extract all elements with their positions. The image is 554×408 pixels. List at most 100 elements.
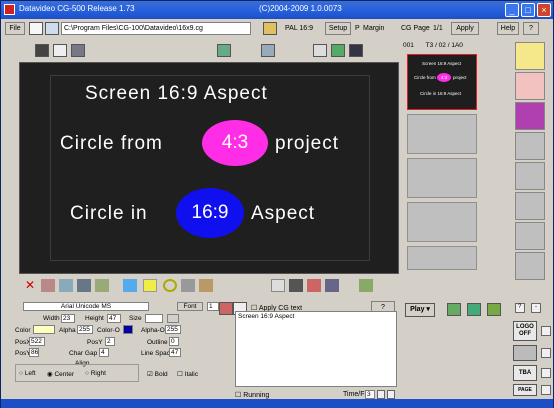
posx-field[interactable]: 522 xyxy=(29,337,45,346)
tools-icon[interactable] xyxy=(313,44,327,57)
maximize-button[interactable]: □ xyxy=(521,3,535,17)
file-button[interactable]: File xyxy=(5,22,25,35)
align-right-radio[interactable]: ○ Right xyxy=(85,370,106,377)
rectangle-tool-icon[interactable] xyxy=(143,279,157,292)
page-thumb-4[interactable] xyxy=(407,202,477,242)
logo-toggle[interactable] xyxy=(541,326,551,336)
help-square-button[interactable]: ? xyxy=(515,303,525,313)
paste-icon[interactable] xyxy=(77,279,91,292)
posy2-field[interactable]: 86 xyxy=(29,348,39,357)
gears-icon[interactable] xyxy=(513,345,537,361)
running-checkbox[interactable]: ☐ Running xyxy=(235,391,269,399)
face-icon[interactable] xyxy=(515,72,545,100)
page-toggle[interactable] xyxy=(541,385,551,395)
empty-slot-2[interactable] xyxy=(515,162,545,190)
file-path-field[interactable]: C:\Program Files\CG-100\Datavideo\16x9.c… xyxy=(61,22,251,35)
line-space-field[interactable]: 47 xyxy=(169,348,181,357)
tree-icon[interactable] xyxy=(331,44,345,57)
setup-button[interactable]: Setup xyxy=(325,22,351,35)
effect-icon[interactable] xyxy=(487,303,501,316)
outline-color-swatch[interactable] xyxy=(123,325,133,334)
save-icon[interactable] xyxy=(29,22,43,35)
play-button[interactable]: Play ▾ xyxy=(405,303,435,317)
bold-checkbox[interactable]: ☑ Bold xyxy=(147,370,168,378)
minus-square-button[interactable]: - xyxy=(531,303,541,313)
image-tool-icon[interactable] xyxy=(123,279,137,292)
crown-icon[interactable] xyxy=(515,42,545,70)
empty-slot-4[interactable] xyxy=(515,222,545,250)
color-swatch[interactable] xyxy=(33,325,55,334)
font-number[interactable]: 1 xyxy=(207,302,219,311)
picture-icon[interactable] xyxy=(217,44,231,57)
width-field[interactable]: 23 xyxy=(61,314,75,323)
apply-button[interactable]: Apply xyxy=(451,22,479,35)
about-button[interactable]: ? xyxy=(523,22,539,35)
close-button[interactable]: × xyxy=(537,3,551,17)
grid-icon[interactable] xyxy=(53,44,67,57)
height-field[interactable]: 47 xyxy=(107,314,121,323)
text-style-icon[interactable] xyxy=(219,302,233,315)
print-icon[interactable] xyxy=(307,279,321,292)
delete-icon[interactable]: ✕ xyxy=(23,279,37,292)
alpha-outline-field[interactable]: 255 xyxy=(165,325,181,334)
background-icon[interactable] xyxy=(359,279,373,292)
cg-text-area[interactable]: Screen 16:9 Aspect xyxy=(235,311,397,387)
size-dropdown[interactable] xyxy=(167,314,179,323)
size-field[interactable] xyxy=(145,314,163,323)
cut-in-icon[interactable] xyxy=(447,303,461,316)
time-decrease-button[interactable] xyxy=(377,390,385,399)
logo-off-button[interactable]: LOGO OFF xyxy=(513,321,537,341)
char-gap-field[interactable]: 4 xyxy=(99,348,109,357)
font-button[interactable]: Font xyxy=(177,302,203,311)
alpha-field[interactable]: 255 xyxy=(77,325,93,334)
undo-icon[interactable] xyxy=(41,279,55,292)
text-tool-icon[interactable] xyxy=(199,279,213,292)
copy-icon[interactable] xyxy=(59,279,73,292)
page-button[interactable]: PAGE xyxy=(513,384,537,396)
magenta-circle[interactable]: 4:3 xyxy=(202,120,268,166)
title-bar: Datavideo CG-500 Release 1.73 (C)2004-20… xyxy=(1,1,553,19)
empty-slot-1[interactable] xyxy=(515,132,545,160)
canvas-line-3-post[interactable]: Aspect xyxy=(251,203,315,225)
line-tool-icon[interactable] xyxy=(181,279,195,292)
tba-toggle[interactable] xyxy=(541,368,551,378)
empty-slot-5[interactable] xyxy=(515,252,545,280)
time-increase-button[interactable] xyxy=(387,390,395,399)
preview-canvas[interactable]: Screen 16:9 Aspect Circle from 4:3 proje… xyxy=(19,62,399,274)
layout-icon[interactable] xyxy=(35,44,49,57)
canvas-line-3-pre[interactable]: Circle in xyxy=(70,203,148,225)
posy-field[interactable]: 2 xyxy=(105,337,115,346)
help-button[interactable]: Help xyxy=(497,22,519,35)
page-thumb-5[interactable] xyxy=(407,246,477,270)
page-thumb-2[interactable] xyxy=(407,114,477,154)
transition-icon[interactable] xyxy=(467,303,481,316)
italic-checkbox[interactable]: ☐ Italic xyxy=(177,370,198,378)
align-center-radio[interactable]: ◉ Center xyxy=(47,370,74,378)
folder-icon[interactable] xyxy=(263,22,277,35)
roll-icon[interactable] xyxy=(271,279,285,292)
import-icon[interactable] xyxy=(95,279,109,292)
canvas-line-2-post[interactable]: project xyxy=(275,133,339,155)
template-icon[interactable] xyxy=(261,44,275,57)
tba-button[interactable]: TBA xyxy=(513,365,537,381)
grapes-icon[interactable] xyxy=(515,102,545,130)
blue-circle[interactable]: 16:9 xyxy=(176,188,244,238)
margin-checkbox[interactable]: P xyxy=(355,25,360,32)
canvas-line-1[interactable]: Screen 16:9 Aspect xyxy=(85,83,268,105)
empty-slot-3[interactable] xyxy=(515,192,545,220)
gears-toggle[interactable] xyxy=(541,348,551,358)
align-left-radio[interactable]: ○ Left xyxy=(19,370,36,377)
page-thumb-3[interactable] xyxy=(407,158,477,198)
open-folder-icon[interactable] xyxy=(45,22,59,35)
crawl-icon[interactable] xyxy=(289,279,303,292)
outline-field[interactable]: 0 xyxy=(169,337,179,346)
canvas-line-2-pre[interactable]: Circle from xyxy=(60,133,163,155)
minimize-button[interactable]: _ xyxy=(505,3,519,17)
monitor-icon[interactable] xyxy=(349,44,363,57)
ellipse-tool-icon[interactable] xyxy=(163,279,177,292)
page-thumb-1[interactable]: Screen 16:9 Aspect Circle from 4:3 proje… xyxy=(407,54,477,110)
layers-icon[interactable] xyxy=(71,44,85,57)
font-name-field[interactable]: Arial Unicode MS xyxy=(23,302,149,311)
effects-icon[interactable] xyxy=(325,279,339,292)
time-field[interactable]: 3 xyxy=(365,390,375,399)
